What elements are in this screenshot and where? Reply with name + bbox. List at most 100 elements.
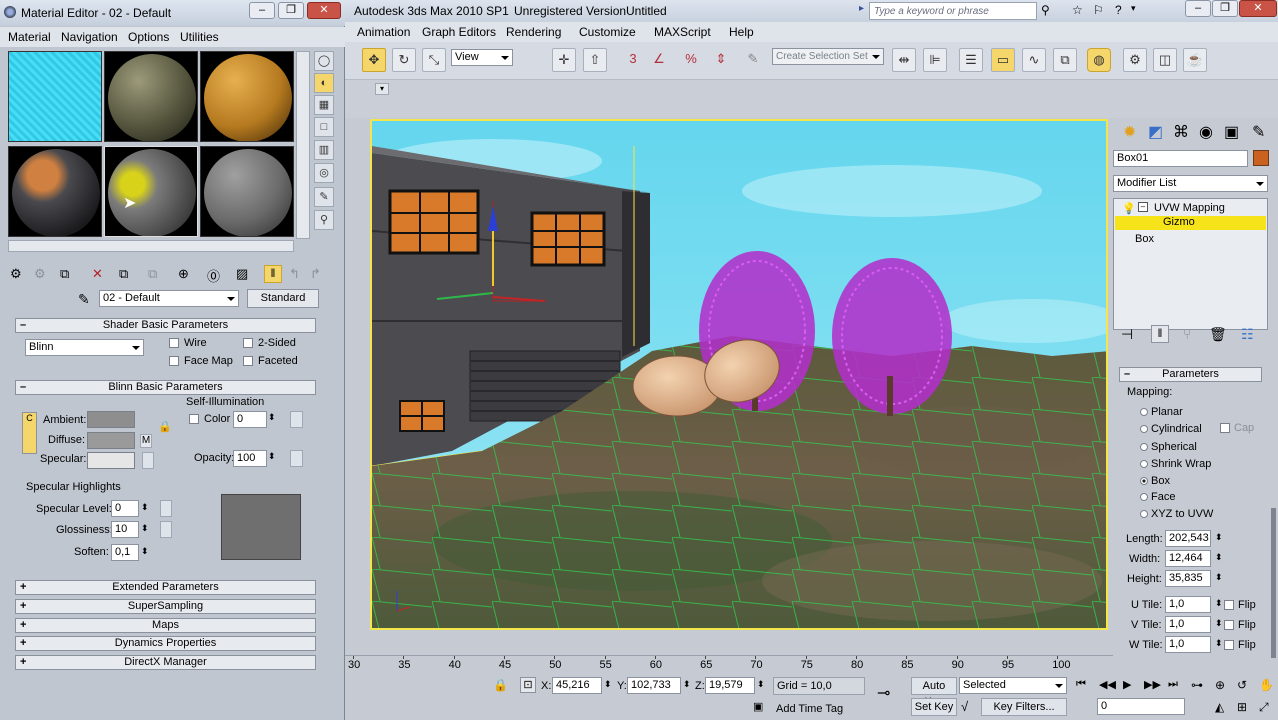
sample-uv-tiling-icon[interactable]: □ — [314, 117, 334, 137]
key-mode-select[interactable]: Selected — [959, 677, 1067, 694]
make-preview-icon[interactable]: ◎ — [314, 163, 334, 183]
stack-item-uvw-mapping[interactable]: UVW Mapping — [1154, 202, 1225, 214]
specular-level-spinner-icon[interactable]: ⬍ — [141, 502, 149, 513]
mapping-box[interactable]: Box — [1140, 475, 1170, 487]
wtile-field[interactable]: 1,0 — [1165, 636, 1211, 653]
diffuse-color-swatch[interactable] — [87, 432, 135, 449]
star-icon[interactable]: ☆ — [1072, 3, 1088, 19]
motion-tab-icon[interactable]: ◉ — [1199, 122, 1213, 142]
help-icon[interactable]: ? — [1115, 3, 1131, 19]
selection-set-select[interactable]: Create Selection Set — [772, 48, 884, 65]
options-icon[interactable]: ✎ — [314, 187, 334, 207]
self-illum-color-checkbox[interactable] — [189, 414, 199, 424]
key-mode-toggle-icon[interactable]: ⊶ — [1191, 678, 1203, 692]
me-menu-options[interactable]: Options — [128, 30, 169, 44]
map-lock-icon[interactable]: 🔒 — [158, 420, 172, 433]
opacity-field[interactable]: 100 — [233, 450, 267, 467]
show-map-in-viewport-icon[interactable]: ▨ — [236, 266, 248, 282]
video-color-check-icon[interactable]: ▥ — [314, 140, 334, 160]
search-input[interactable]: Type a keyword or phrase — [869, 2, 1037, 20]
edit-named-selection-icon[interactable]: ✎ — [741, 48, 765, 72]
restore-button[interactable]: ❐ — [1212, 0, 1238, 17]
set-key-button[interactable]: Set Key — [911, 698, 957, 716]
modify-tab-icon[interactable]: ◩ — [1148, 122, 1163, 142]
pivot-center-icon[interactable]: ✛ — [552, 48, 576, 72]
orbit-icon[interactable]: ↺ — [1237, 678, 1247, 692]
me-minimize-button[interactable]: – — [249, 2, 275, 19]
select-scale-icon[interactable]: ⤡ — [422, 48, 446, 72]
add-time-tag[interactable]: Add Time Tag — [776, 703, 843, 715]
get-material-icon[interactable]: ⚙ — [10, 266, 22, 282]
sample-slot-1[interactable] — [8, 51, 102, 142]
curve-editor-icon[interactable]: ∿ — [1022, 48, 1046, 72]
width-field[interactable]: 12,464 — [1165, 550, 1211, 567]
collapse-icon[interactable]: – — [1138, 202, 1148, 212]
wflip-checkbox[interactable] — [1224, 640, 1234, 650]
mapping-spherical[interactable]: Spherical — [1140, 441, 1197, 453]
supersampling-rollout[interactable]: + SuperSampling — [15, 599, 316, 614]
reset-material-icon[interactable]: ✕ — [92, 266, 103, 282]
height-field[interactable]: 35,835 — [1165, 570, 1211, 587]
assign-material-icon[interactable]: ⧉ — [60, 266, 69, 282]
menu-animation[interactable]: Animation — [357, 25, 410, 39]
mapping-xyz-to-uvw[interactable]: XYZ to UVW — [1140, 508, 1213, 520]
display-tab-icon[interactable]: ▣ — [1224, 122, 1239, 142]
angle-snap-icon[interactable]: ∠ — [647, 48, 671, 72]
me-menu-material[interactable]: Material — [8, 30, 51, 44]
diffuse-map-button[interactable]: M — [140, 434, 152, 448]
length-field[interactable]: 202,543 — [1165, 530, 1211, 547]
field-of-view-icon[interactable]: ◭ — [1215, 700, 1224, 714]
percent-snap-icon[interactable]: % — [679, 48, 703, 72]
manipulate-icon[interactable]: ⇧ — [583, 48, 607, 72]
menu-help[interactable]: Help — [729, 25, 754, 39]
dynamics-properties-rollout[interactable]: + Dynamics Properties — [15, 636, 316, 651]
mapping-shrink-wrap[interactable]: Shrink Wrap — [1140, 458, 1211, 470]
make-unique-icon[interactable]: ⑂ — [1183, 326, 1191, 342]
backlight-icon[interactable]: ◐ — [314, 73, 334, 93]
render-setup-icon[interactable]: ⚙ — [1123, 48, 1147, 72]
go-to-start-icon[interactable]: ⏮ — [1076, 678, 1086, 691]
go-to-parent-icon[interactable]: ↰ — [289, 266, 300, 282]
length-spinner-icon[interactable]: ⬍ — [1215, 532, 1223, 543]
specular-level-field[interactable]: 0 — [111, 500, 139, 517]
key-filters-button[interactable]: Key Filters... — [981, 698, 1067, 716]
menu-maxscript[interactable]: MAXScript — [654, 25, 711, 39]
menu-customize[interactable]: Customize — [579, 25, 636, 39]
specular-color-swatch[interactable] — [87, 452, 135, 469]
sample-slot-5[interactable] — [104, 146, 198, 237]
render-production-icon[interactable]: ☕ — [1183, 48, 1207, 72]
light-bulb-icon[interactable]: 💡 — [1122, 202, 1136, 215]
x-coordinate-field[interactable]: 45,216 — [552, 677, 602, 694]
next-frame-icon[interactable]: ▶▶ — [1144, 678, 1161, 691]
material-name-field[interactable]: 02 - Default — [99, 290, 239, 307]
y-coordinate-field[interactable]: 102,733 — [627, 677, 681, 694]
put-material-icon[interactable]: ⚙ — [34, 266, 46, 282]
glossiness-spinner-icon[interactable]: ⬍ — [141, 523, 149, 534]
make-unique-icon-me[interactable]: ⧉ — [148, 266, 157, 282]
shader-basic-rollout[interactable]: – Shader Basic Parameters — [15, 318, 316, 333]
vflip-checkbox[interactable] — [1224, 620, 1234, 630]
wire-checkbox[interactable] — [169, 338, 179, 348]
uflip-checkbox[interactable] — [1224, 600, 1234, 610]
face-map-checkbox[interactable] — [169, 356, 179, 366]
lock-selection-icon[interactable]: 🔒 — [493, 678, 508, 692]
object-name-field[interactable]: Box01 — [1113, 150, 1248, 167]
show-end-result-me-icon[interactable]: ‖ — [264, 265, 282, 283]
remove-modifier-icon[interactable]: 🗑 — [1209, 326, 1227, 343]
me-restore-button[interactable]: ❐ — [278, 2, 304, 19]
object-color-swatch[interactable] — [1253, 150, 1269, 166]
go-to-end-icon[interactable]: ⏭ — [1168, 678, 1178, 691]
self-illum-map-button[interactable] — [290, 411, 303, 428]
align-icon[interactable]: ⊫ — [923, 48, 947, 72]
select-rotate-icon[interactable]: ↻ — [392, 48, 416, 72]
search-arrow-icon[interactable]: ▸ — [859, 3, 867, 17]
material-map-navigator-icon[interactable]: ⚲ — [314, 210, 334, 230]
sample-slot-6[interactable] — [200, 146, 294, 237]
sample-type-icon[interactable]: ◯ — [314, 51, 334, 71]
me-menu-navigation[interactable]: Navigation — [61, 30, 118, 44]
current-frame-field[interactable]: 0 — [1097, 698, 1185, 715]
glossiness-map-button[interactable] — [160, 521, 172, 538]
modifier-list-select[interactable]: Modifier List — [1113, 175, 1268, 192]
self-illum-spinner-icon[interactable]: ⬍ — [268, 412, 276, 423]
show-end-result-icon[interactable]: ‖ — [1151, 325, 1169, 343]
